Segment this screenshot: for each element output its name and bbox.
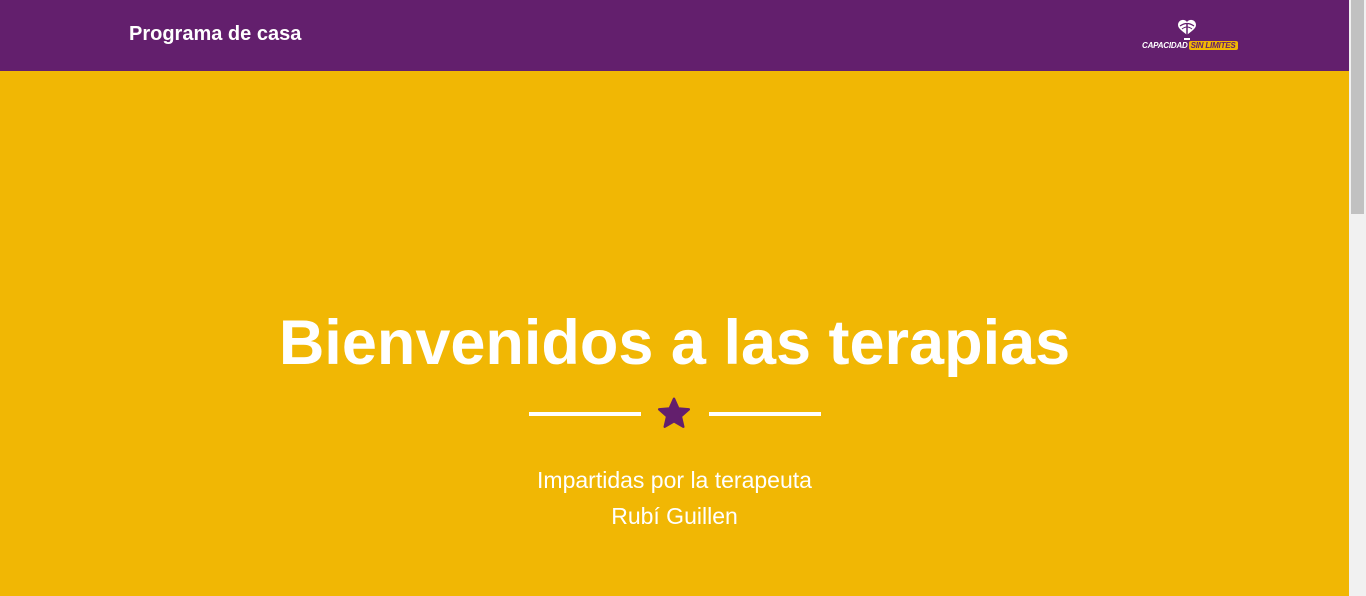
logo-word-sin-limites: SIN LIMITES — [1188, 41, 1238, 50]
vertical-scrollbar[interactable] — [1349, 0, 1366, 596]
subtitle-line-2: Rubí Guillen — [611, 503, 738, 529]
logo-wordmark: CAPACIDAD SIN LIMITES — [1142, 41, 1238, 50]
page: Programa de casa CAPACIDAD SIN LIMITES Bi… — [0, 0, 1366, 596]
divider-line-right — [709, 412, 821, 416]
hero-title: Bienvenidos a las terapias — [278, 308, 1071, 378]
brand-link[interactable]: Programa de casa — [129, 21, 301, 47]
capacidad-sin-limites-logo[interactable]: CAPACIDAD SIN LIMITES — [1140, 17, 1238, 55]
divider-line-left — [529, 412, 641, 416]
star-divider — [529, 394, 821, 434]
top-navbar: Programa de casa CAPACIDAD SIN LIMITES — [0, 0, 1349, 71]
hero-subtitle: Impartidas por la terapeuta Rubí Guillen — [0, 462, 1349, 534]
palm-tree-logo-icon — [1178, 19, 1196, 40]
scrollbar-thumb[interactable] — [1351, 0, 1364, 214]
logo-word-capacidad: CAPACIDAD — [1142, 41, 1188, 50]
hero-section: Bienvenidos a las terapias Impartidas po… — [0, 71, 1349, 596]
star-icon — [657, 397, 691, 428]
subtitle-line-1: Impartidas por la terapeuta — [537, 467, 812, 493]
